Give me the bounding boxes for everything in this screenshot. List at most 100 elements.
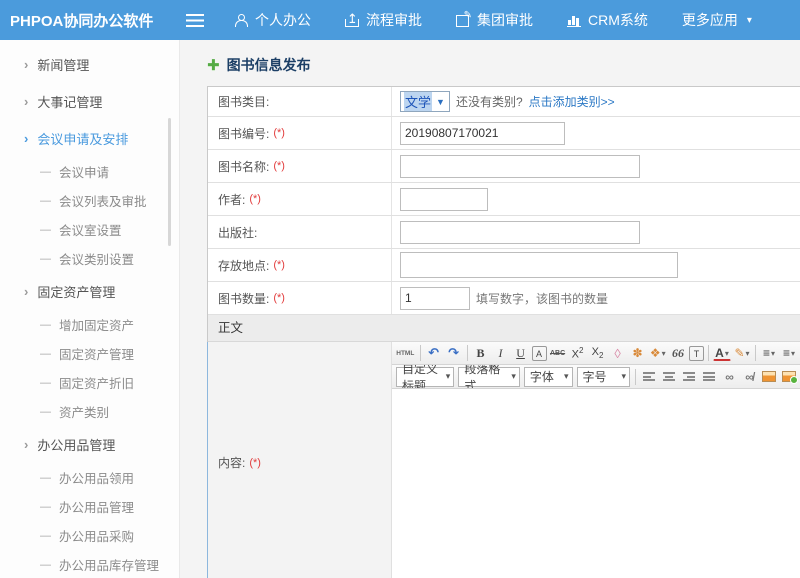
chevron-down-icon: ▾	[725, 349, 729, 358]
location-input[interactable]	[400, 252, 678, 278]
sidebar-group-label: 办公用品管理	[37, 435, 115, 454]
topnav-more-apps[interactable]: 更多应用▾	[682, 10, 752, 30]
redo-button[interactable]: ↷	[445, 344, 463, 363]
strikethrough-button[interactable]: ABC	[549, 344, 567, 363]
sidebar-item-4-0[interactable]: —办公用品领用	[0, 463, 179, 492]
plus-icon: ✚	[207, 58, 220, 73]
sidebar-item-2-2[interactable]: —会议室设置	[0, 215, 179, 244]
sidebar-group-3[interactable]: ›固定资产管理	[0, 273, 179, 310]
align-justify-button[interactable]	[700, 367, 718, 386]
sidebar-group-1[interactable]: ›大事记管理	[0, 83, 179, 120]
sidebar-item-label: 增加固定资产	[59, 315, 134, 334]
italic-button[interactable]: I	[492, 344, 510, 363]
align-left-button[interactable]	[640, 367, 658, 386]
dash-icon: —	[40, 530, 51, 542]
glyph: ◊	[614, 346, 620, 361]
glyph: A	[536, 349, 542, 359]
author-label: 作者:	[218, 191, 245, 208]
chevron-down-icon: ▾	[771, 349, 775, 358]
image-icon	[782, 371, 796, 382]
font-family-select[interactable]: 字体▾	[524, 367, 573, 387]
align-right-button[interactable]	[680, 367, 698, 386]
paste-text-button[interactable]: T	[689, 346, 704, 361]
publisher-input[interactable]	[400, 221, 640, 244]
ordered-list-button[interactable]: ≡▾	[760, 344, 778, 363]
blockquote-button[interactable]: 66	[669, 344, 687, 363]
sidebar-scrollbar[interactable]	[168, 118, 171, 246]
book-no-input[interactable]	[400, 122, 565, 145]
undo-button[interactable]: ↶	[425, 344, 443, 363]
sidebar-group-4[interactable]: ›办公用品管理	[0, 426, 179, 463]
select-value: 字体	[530, 368, 554, 385]
sidebar-item-label: 会议申请	[59, 162, 109, 181]
row-content: 内容: (*) HTML↶↷BIUAABCX2X2◊✽❖▾66TA▾✎▾≡▾≡▾…	[207, 342, 800, 578]
chevron-right-icon: ›	[24, 131, 28, 146]
sidebar-item-2-0[interactable]: —会议申请	[0, 157, 179, 186]
sidebar-item-4-1[interactable]: —办公用品管理	[0, 492, 179, 521]
author-input[interactable]	[400, 188, 488, 211]
glyph: B	[477, 346, 485, 361]
subscript-button[interactable]: X2	[589, 344, 607, 363]
unlink-button[interactable]: ∞̸	[740, 367, 758, 386]
font-box-button[interactable]: A	[532, 346, 547, 361]
underline-button[interactable]: U	[512, 344, 530, 363]
superscript-button[interactable]: X2	[569, 344, 587, 363]
editor-toolbar-row2: 自定义标题▾段落格式▾字体▾字号▾ ∞ ∞̸	[392, 365, 800, 389]
sidebar-item-3-0[interactable]: —增加固定资产	[0, 310, 179, 339]
add-category-link[interactable]: 点击添加类别>>	[529, 93, 615, 110]
sidebar-group-label: 大事记管理	[37, 92, 102, 111]
chevron-down-icon: ▾	[746, 349, 750, 358]
book-no-label: 图书编号:	[218, 125, 269, 142]
toolbar-separator	[420, 345, 421, 361]
topnav-personal-office[interactable]: 个人办公	[234, 10, 311, 30]
select-value: 字号	[583, 368, 607, 385]
image-icon	[762, 371, 776, 382]
sidebar-item-3-2[interactable]: —固定资产折旧	[0, 368, 179, 397]
share-icon	[345, 14, 359, 27]
insert-image-button[interactable]	[760, 367, 778, 386]
dash-icon: —	[40, 348, 51, 360]
align-center-button[interactable]	[660, 367, 678, 386]
menu-toggle-icon[interactable]	[186, 14, 204, 27]
unordered-list-button[interactable]: ≡▾	[780, 344, 798, 363]
paragraph-format-select[interactable]: 段落格式▾	[458, 367, 520, 387]
glyph: ↷	[448, 345, 459, 361]
sidebar-group-2[interactable]: ›会议申请及安排	[0, 120, 179, 157]
row-location: 存放地点: (*)	[208, 249, 800, 282]
glyph: ∞̸	[745, 370, 753, 384]
topnav-crm-system[interactable]: CRM系统	[567, 10, 648, 30]
clean-format-button[interactable]: ✽	[629, 344, 647, 363]
sidebar-item-2-1[interactable]: —会议列表及审批	[0, 186, 179, 215]
align-left-icon	[643, 371, 655, 383]
quantity-label: 图书数量:	[218, 290, 269, 307]
glyph: ❖	[650, 346, 661, 360]
topnav-group-approval[interactable]: 集团审批	[456, 10, 533, 30]
sidebar-item-2-3[interactable]: —会议类别设置	[0, 244, 179, 273]
topnav-workflow-approval[interactable]: 流程审批	[345, 10, 422, 30]
toolbar-separator	[467, 345, 468, 361]
category-select[interactable]: 文学 ▼	[400, 91, 450, 112]
highlight-button[interactable]: ✎▾	[733, 344, 751, 363]
sidebar: ›新闻管理›大事记管理›会议申请及安排—会议申请—会议列表及审批—会议室设置—会…	[0, 40, 180, 578]
custom-title-select[interactable]: 自定义标题▾	[396, 367, 454, 387]
sidebar-item-4-3[interactable]: —办公用品库存管理	[0, 550, 179, 578]
eraser-button[interactable]: ◊	[609, 344, 627, 363]
sidebar-item-4-2[interactable]: —办公用品采购	[0, 521, 179, 550]
quantity-input[interactable]	[400, 287, 470, 310]
color-palette-button[interactable]: ❖▾	[649, 344, 667, 363]
editor-canvas[interactable]	[392, 389, 800, 578]
sidebar-group-0[interactable]: ›新闻管理	[0, 46, 179, 83]
sidebar-item-label: 办公用品库存管理	[59, 555, 159, 574]
html-source-button[interactable]: HTML	[395, 344, 416, 363]
link-button[interactable]: ∞	[720, 367, 738, 386]
sidebar-item-3-1[interactable]: —固定资产管理	[0, 339, 179, 368]
chevron-down-icon: ▼	[436, 97, 445, 107]
bold-button[interactable]: B	[472, 344, 490, 363]
page-title: ✚ 图书信息发布	[207, 55, 800, 75]
sidebar-item-3-3[interactable]: —资产类别	[0, 397, 179, 426]
category-selected-value: 文学	[404, 92, 432, 111]
font-color-button[interactable]: A▾	[713, 346, 731, 361]
font-size-select[interactable]: 字号▾	[577, 367, 630, 387]
book-name-input[interactable]	[400, 155, 640, 178]
insert-image-upload-button[interactable]	[780, 367, 798, 386]
